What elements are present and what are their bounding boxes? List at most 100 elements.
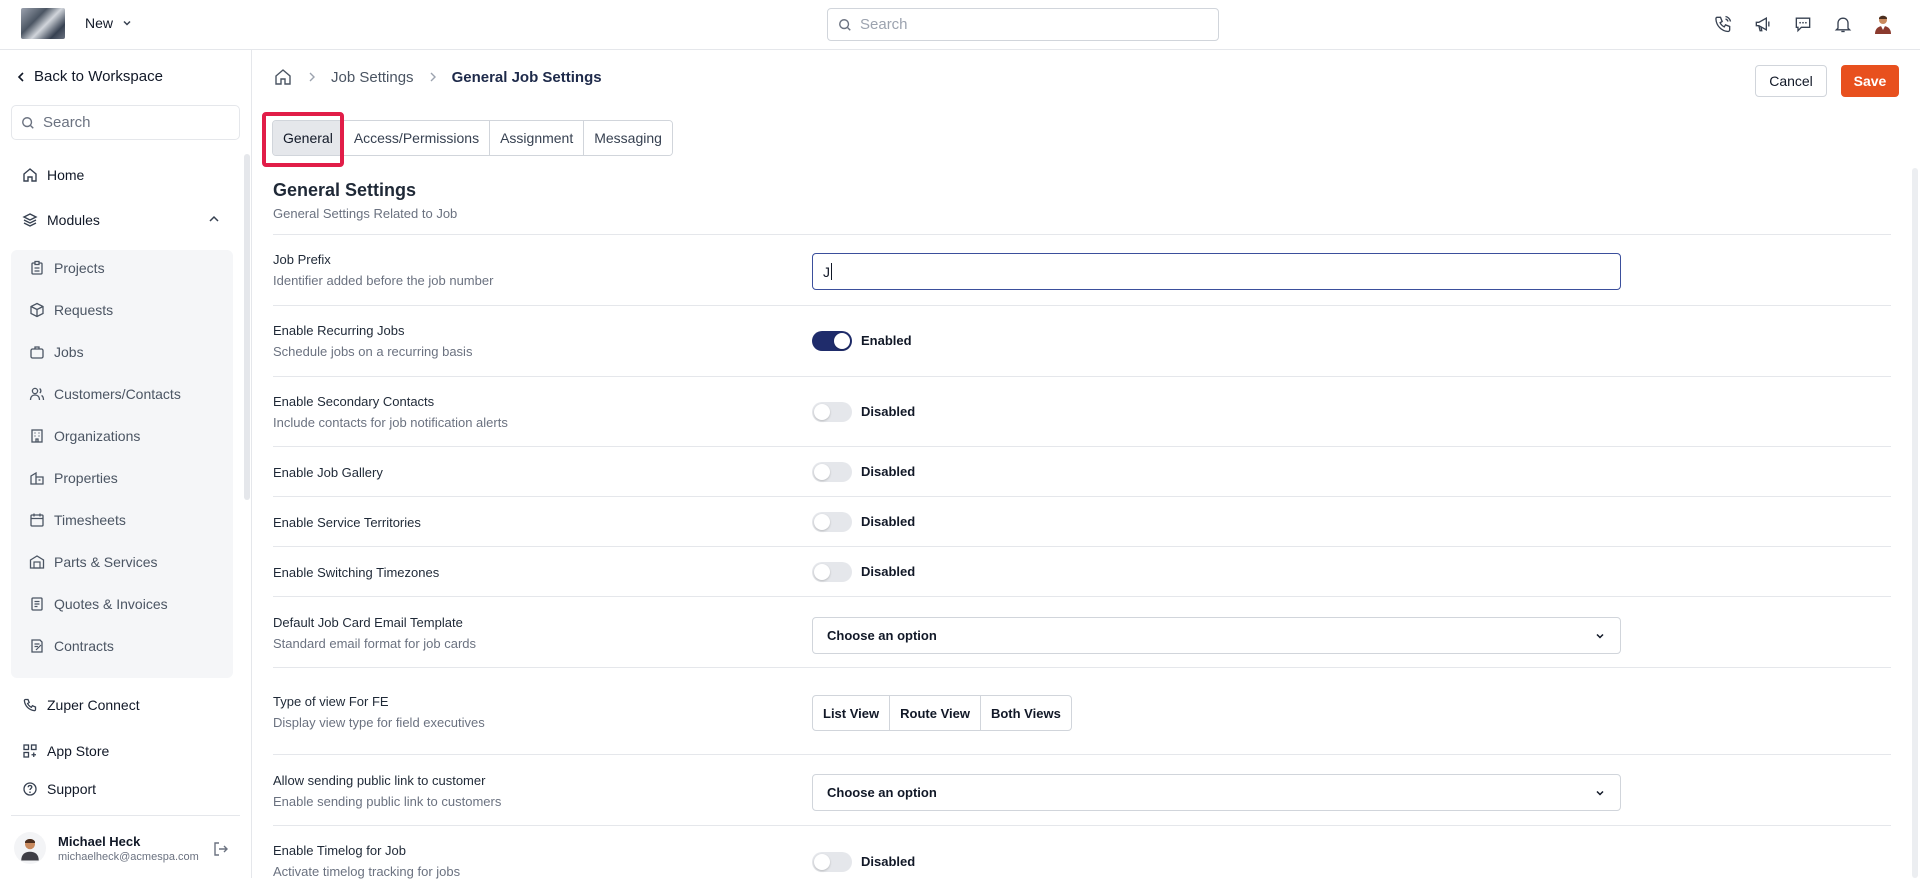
- new-menu-label: New: [85, 15, 114, 31]
- recurring-jobs-toggle[interactable]: [812, 331, 852, 351]
- sidebar-item-support[interactable]: Support: [22, 781, 96, 797]
- job-gallery-state: Disabled: [861, 464, 916, 479]
- divider: [273, 754, 1891, 755]
- toggle-knob: [814, 854, 830, 870]
- chevron-up-icon[interactable]: [207, 212, 221, 226]
- sidebar-item-customers[interactable]: Customers/Contacts: [29, 386, 181, 402]
- job-prefix-desc: Identifier added before the job number: [273, 273, 494, 288]
- chevron-down-icon: [1596, 790, 1604, 796]
- sidebar-item-home[interactable]: Home: [22, 167, 84, 183]
- sidebar-item-label: Requests: [54, 302, 114, 318]
- email-template-value: Choose an option: [827, 628, 937, 643]
- sidebar-item-label: Parts & Services: [54, 554, 158, 570]
- secondary-contacts-toggle[interactable]: [812, 402, 852, 422]
- sidebar-item-parts-services[interactable]: Parts & Services: [29, 554, 157, 570]
- email-template-label: Default Job Card Email Template: [273, 615, 463, 630]
- home-icon[interactable]: [273, 67, 293, 87]
- layers-icon: [22, 213, 38, 227]
- global-search-placeholder: Search: [860, 16, 908, 33]
- service-territories-toggle[interactable]: [812, 512, 852, 532]
- breadcrumb: Job Settings General Job Settings: [273, 67, 602, 87]
- breadcrumb-parent[interactable]: Job Settings: [331, 69, 414, 86]
- fe-view-label: Type of view For FE: [273, 694, 389, 709]
- public-link-value: Choose an option: [827, 785, 937, 800]
- user-profile[interactable]: Michael Heck michaelheck@acmespa.com: [14, 832, 199, 864]
- sidebar-item-label: Contracts: [54, 638, 114, 654]
- global-search-input[interactable]: Search: [827, 8, 1219, 41]
- grid-plus-icon: [23, 744, 37, 758]
- job-prefix-input[interactable]: J: [812, 253, 1621, 290]
- package-icon: [30, 302, 44, 318]
- email-template-select[interactable]: Choose an option: [812, 617, 1621, 654]
- phone-icon[interactable]: [1711, 12, 1735, 36]
- tab-assignment[interactable]: Assignment: [490, 121, 585, 155]
- timelog-state: Disabled: [861, 854, 916, 869]
- sidebar-item-label: App Store: [47, 743, 110, 759]
- divider: [273, 825, 1891, 826]
- user-email: michaelheck@acmespa.com: [58, 850, 199, 863]
- divider: [273, 305, 1891, 306]
- switching-timezones-toggle[interactable]: [812, 562, 852, 582]
- sidebar-item-zuper-connect[interactable]: Zuper Connect: [22, 697, 140, 713]
- secondary-contacts-desc: Include contacts for job notification al…: [273, 415, 508, 430]
- avatar: [14, 832, 46, 864]
- job-prefix-value: J: [823, 263, 830, 280]
- invoice-icon: [31, 597, 43, 611]
- sidebar-divider: [11, 815, 240, 816]
- megaphone-icon[interactable]: [1751, 12, 1775, 36]
- tab-messaging[interactable]: Messaging: [584, 121, 672, 155]
- email-template-desc: Standard email format for job cards: [273, 636, 477, 651]
- sidebar-item-app-store[interactable]: App Store: [22, 743, 109, 759]
- sidebar-item-requests[interactable]: Requests: [29, 302, 113, 318]
- divider: [273, 496, 1891, 497]
- back-to-workspace-link[interactable]: Back to Workspace: [16, 68, 163, 85]
- main-content: Job Settings General Job Settings Cancel…: [253, 50, 1920, 879]
- public-link-select[interactable]: Choose an option: [812, 774, 1621, 811]
- sidebar-item-quotes-invoices[interactable]: Quotes & Invoices: [29, 596, 168, 612]
- main-scrollbar[interactable]: [1912, 168, 1918, 878]
- logout-icon[interactable]: [212, 840, 230, 858]
- sidebar-search-input[interactable]: Search: [11, 105, 240, 140]
- cancel-button[interactable]: Cancel: [1755, 65, 1827, 97]
- new-menu-button[interactable]: New: [85, 15, 133, 31]
- job-gallery-toggle[interactable]: [812, 462, 852, 482]
- sidebar-item-label: Modules: [47, 212, 100, 228]
- sidebar-item-label: Support: [47, 781, 97, 797]
- sidebar-scrollbar[interactable]: [244, 154, 250, 500]
- list-view-option[interactable]: List View: [813, 696, 891, 730]
- divider: [273, 376, 1891, 377]
- secondary-contacts-label: Enable Secondary Contacts: [273, 394, 435, 409]
- search-icon: [839, 18, 851, 31]
- sidebar-item-timesheets[interactable]: Timesheets: [29, 512, 126, 528]
- help-circle-icon: [23, 782, 37, 796]
- timelog-desc: Activate timelog tracking for jobs: [273, 864, 461, 879]
- section-subtitle: General Settings Related to Job: [273, 206, 458, 221]
- save-button[interactable]: Save: [1841, 65, 1899, 97]
- sidebar-item-label: Jobs: [54, 344, 84, 360]
- job-prefix-label: Job Prefix: [273, 252, 331, 267]
- tab-access-permissions[interactable]: Access/Permissions: [343, 121, 491, 155]
- public-link-label: Allow sending public link to customer: [273, 773, 486, 788]
- sidebar-item-projects[interactable]: Projects: [29, 260, 105, 276]
- route-view-option[interactable]: Route View: [890, 696, 981, 730]
- service-territories-state: Disabled: [861, 514, 916, 529]
- chevron-left-icon: [17, 71, 24, 82]
- toggle-knob: [834, 333, 850, 349]
- settings-tabs: General Access/Permissions Assignment Me…: [272, 120, 673, 156]
- sidebar-item-organizations[interactable]: Organizations: [29, 428, 140, 444]
- home-icon: [23, 168, 37, 182]
- chat-icon[interactable]: [1791, 12, 1815, 36]
- sidebar-item-jobs[interactable]: Jobs: [29, 344, 84, 360]
- user-avatar-icon[interactable]: [1871, 12, 1895, 36]
- divider: [273, 667, 1891, 668]
- tab-general[interactable]: General: [273, 121, 344, 155]
- bell-icon[interactable]: [1831, 12, 1855, 36]
- company-logo[interactable]: [21, 8, 65, 39]
- sidebar-item-properties[interactable]: Properties: [29, 470, 118, 486]
- both-views-option[interactable]: Both Views: [981, 696, 1071, 730]
- user-name: Michael Heck: [58, 833, 141, 849]
- warehouse-icon: [29, 555, 45, 569]
- sidebar-item-contracts[interactable]: Contracts: [29, 638, 114, 654]
- sidebar-item-modules[interactable]: Modules: [22, 212, 100, 228]
- timelog-toggle[interactable]: [812, 852, 852, 872]
